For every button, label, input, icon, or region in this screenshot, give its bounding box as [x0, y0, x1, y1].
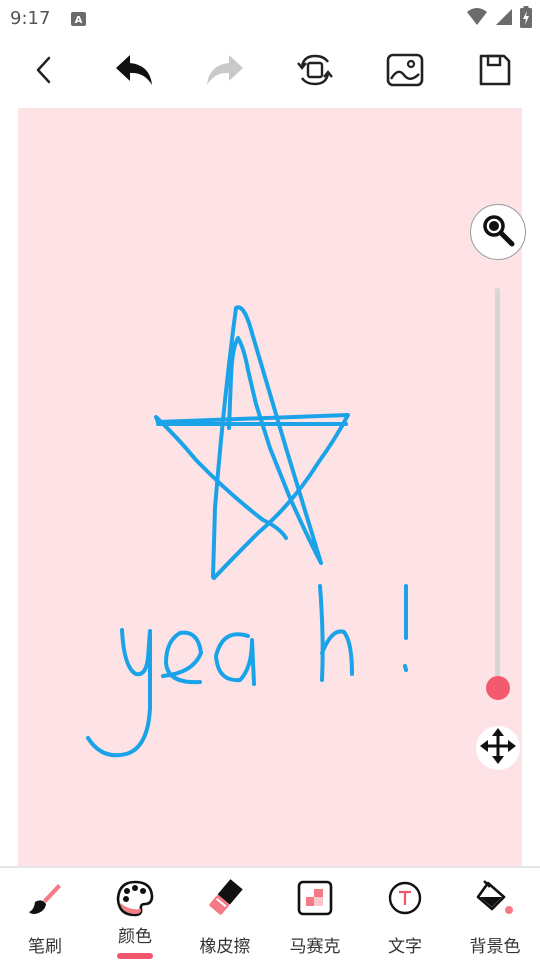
tool-label: 笔刷	[28, 937, 62, 957]
paint-bucket-icon	[473, 876, 517, 920]
svg-text:A: A	[75, 15, 83, 26]
e-stroke	[161, 630, 203, 685]
active-tab-indicator	[117, 953, 153, 959]
brush-size-slider-thumb[interactable]	[486, 676, 510, 700]
save-button[interactable]	[467, 44, 523, 100]
tool-label: 背景色	[469, 937, 521, 957]
move-arrows-icon	[478, 726, 518, 770]
tool-eraser[interactable]: 橡皮擦	[180, 872, 270, 960]
undo-button[interactable]	[106, 44, 162, 100]
tool-brush[interactable]: 笔刷	[0, 872, 90, 960]
eraser-icon	[203, 876, 247, 920]
tool-label: 马赛克	[289, 937, 341, 957]
tool-background-color[interactable]: 背景色	[450, 872, 540, 960]
palette-icon	[113, 876, 157, 920]
wifi-icon	[466, 7, 488, 31]
exclaim-dot	[403, 664, 408, 672]
mosaic-icon	[293, 876, 337, 920]
tool-label: 文字	[388, 937, 422, 957]
redo-button[interactable]	[197, 44, 253, 100]
brush-size-slider[interactable]	[495, 288, 500, 688]
tool-color[interactable]: 颜色	[90, 872, 180, 960]
image-button[interactable]	[377, 44, 433, 100]
signal-icon	[494, 7, 514, 31]
tool-mosaic[interactable]: 马赛克	[270, 872, 360, 960]
y-stroke	[86, 628, 152, 758]
drawing-canvas[interactable]	[18, 108, 522, 866]
back-icon	[33, 55, 57, 89]
brush-icon	[23, 876, 67, 920]
rotate-icon	[295, 52, 335, 92]
back-button[interactable]	[17, 44, 73, 100]
a-icon: A	[71, 11, 86, 26]
top-toolbar	[0, 44, 540, 100]
a-stroke	[214, 632, 256, 686]
text-icon	[383, 876, 427, 920]
tool-text[interactable]: 文字	[360, 872, 450, 960]
save-icon	[477, 52, 513, 92]
drawing-strokes	[86, 305, 408, 758]
tool-label: 颜色	[118, 927, 152, 947]
redo-icon	[205, 53, 245, 91]
bottom-toolbar: 笔刷 颜色 橡皮擦 马赛克 文字 背景色	[0, 866, 540, 962]
move-button[interactable]	[476, 726, 520, 770]
tool-label: 橡皮擦	[199, 937, 251, 957]
zoom-button[interactable]	[470, 204, 526, 260]
h-stroke	[318, 584, 354, 682]
battery-charging-icon	[520, 6, 532, 32]
magnifier-icon	[481, 213, 515, 251]
undo-icon	[114, 53, 154, 91]
star-stroke	[211, 305, 323, 579]
status-time: 9:17	[10, 8, 51, 29]
rotate-button[interactable]	[287, 44, 343, 100]
status-bar: 9:17 A	[0, 0, 540, 36]
image-icon	[386, 53, 424, 91]
